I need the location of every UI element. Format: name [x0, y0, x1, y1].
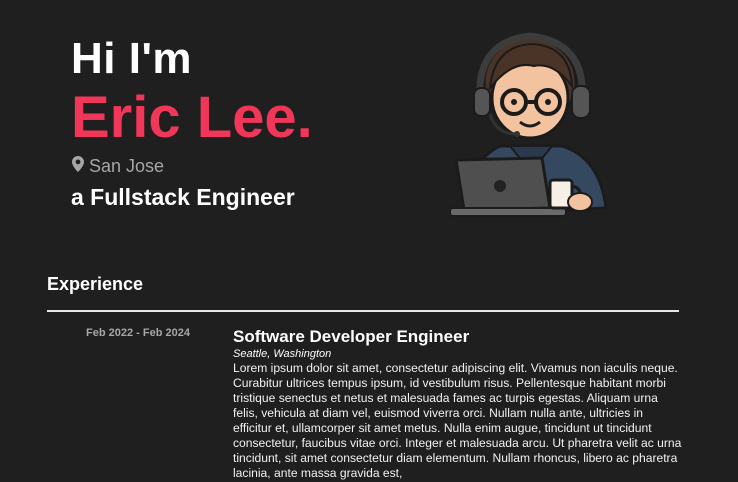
section-divider: [47, 310, 679, 312]
experience-dates: Feb 2022 - Feb 2024: [86, 327, 190, 339]
map-pin-icon: [71, 155, 85, 177]
location: San Jose: [71, 155, 391, 177]
job-title: Software Developer Engineer: [233, 327, 470, 346]
job-location: Seattle, Washington: [233, 348, 332, 360]
developer-avatar-icon: [449, 22, 612, 218]
hero: Hi I'm Eric Lee. San Jose a Fullstack En…: [71, 32, 391, 211]
job-description: Lorem ipsum dolor sit amet, consectetur …: [233, 361, 682, 480]
role-title: a Fullstack Engineer: [71, 184, 295, 210]
experience-item: Software Developer Engineer Seattle, Was…: [233, 326, 685, 481]
name-heading: Eric Lee.: [71, 85, 313, 150]
greeting: Hi I'm: [71, 34, 193, 83]
experience-heading: Experience: [47, 274, 144, 294]
location-text: San Jose: [89, 156, 165, 176]
